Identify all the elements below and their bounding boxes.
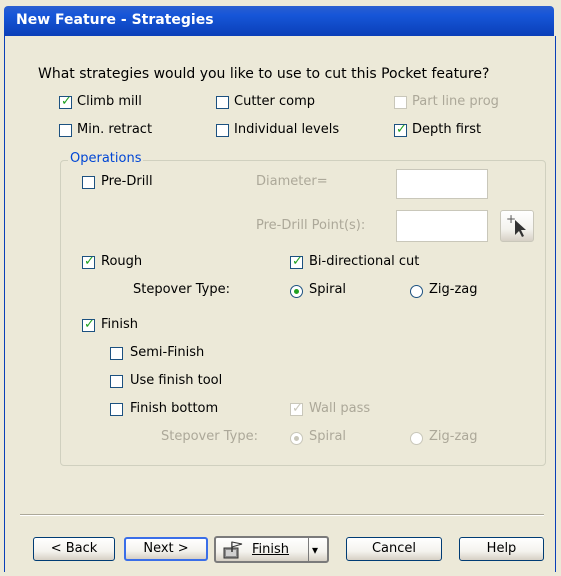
finish-spiral-radio [290, 432, 303, 445]
finish-spiral-label: Spiral [309, 429, 347, 444]
climb-mill-label: Climb mill [77, 94, 142, 109]
check-icon: ✓ [61, 94, 72, 109]
rough-spiral-radio[interactable] [290, 285, 303, 298]
finish-checkbox[interactable]: ✓ [82, 317, 95, 332]
finish-label: Finish [101, 317, 139, 332]
bidirectional-cut-label: Bi-directional cut [309, 254, 420, 269]
window-title: New Feature - Strategies [16, 12, 214, 28]
finish-flag-icon [222, 540, 248, 568]
rough-stepover-label: Stepover Type: [133, 282, 230, 297]
rough-spiral-label: Spiral [309, 282, 347, 297]
dropdown-arrow-icon[interactable]: ▾ [312, 539, 318, 562]
individual-levels-label: Individual levels [234, 122, 340, 137]
finish-bottom-label: Finish bottom [130, 401, 219, 416]
check-icon: ✓ [84, 317, 95, 332]
depth-first-label: Depth first [412, 122, 482, 137]
button-separator [20, 514, 544, 516]
operations-group [60, 160, 546, 466]
climb-mill-checkbox[interactable]: ✓ [59, 94, 72, 109]
check-icon: ✓ [84, 254, 95, 269]
pick-point-button[interactable]: + [500, 210, 534, 242]
semi-finish-checkbox[interactable] [110, 347, 123, 360]
strategy-prompt: What strategies would you like to use to… [38, 66, 490, 82]
pick-point-icon: + [506, 212, 526, 237]
svg-text:+: + [506, 212, 516, 226]
pre-drill-label: Pre-Drill [101, 174, 153, 189]
pre-drill-points-label: Pre-Drill Point(s): [256, 218, 366, 233]
operations-group-title: Operations [68, 151, 144, 166]
diameter-input[interactable] [396, 169, 488, 199]
depth-first-checkbox[interactable]: ✓ [394, 122, 407, 137]
help-button[interactable]: Help [459, 537, 544, 561]
use-finish-tool-checkbox[interactable] [110, 375, 123, 388]
bidirectional-cut-checkbox[interactable]: ✓ [290, 254, 303, 269]
back-button[interactable]: < Back [33, 537, 115, 561]
rough-label: Rough [101, 254, 143, 269]
diameter-label: Diameter= [256, 174, 328, 189]
part-line-prog-label: Part line prog [412, 94, 499, 109]
individual-levels-checkbox[interactable] [216, 124, 229, 137]
wall-pass-checkbox: ✓ [290, 401, 303, 416]
wall-pass-label: Wall pass [309, 401, 371, 416]
title-bar: New Feature - Strategies [4, 6, 554, 36]
cutter-comp-checkbox[interactable] [216, 96, 229, 109]
finish-zigzag-radio [410, 432, 423, 445]
finish-bottom-checkbox[interactable] [110, 403, 123, 416]
check-icon: ✓ [292, 401, 303, 416]
min-retract-label: Min. retract [77, 122, 153, 137]
part-line-prog-checkbox [394, 96, 407, 109]
rough-checkbox[interactable]: ✓ [82, 254, 95, 269]
cutter-comp-label: Cutter comp [234, 94, 316, 109]
rough-zigzag-radio[interactable] [410, 285, 423, 298]
semi-finish-label: Semi-Finish [130, 345, 205, 360]
min-retract-checkbox[interactable] [59, 124, 72, 137]
next-button[interactable]: Next > [124, 537, 208, 561]
use-finish-tool-label: Use finish tool [130, 373, 223, 388]
check-icon: ✓ [292, 254, 303, 269]
pre-drill-checkbox[interactable] [82, 176, 95, 189]
finish-stepover-label: Stepover Type: [161, 429, 258, 444]
rough-zigzag-label: Zig-zag [429, 282, 478, 297]
pre-drill-points-input[interactable] [396, 210, 488, 242]
finish-button-label: Finish [252, 542, 290, 557]
cancel-button[interactable]: Cancel [346, 537, 442, 561]
check-icon: ✓ [396, 122, 407, 137]
finish-split-button[interactable]: Finish ▾ [214, 536, 329, 563]
finish-zigzag-label: Zig-zag [429, 429, 478, 444]
